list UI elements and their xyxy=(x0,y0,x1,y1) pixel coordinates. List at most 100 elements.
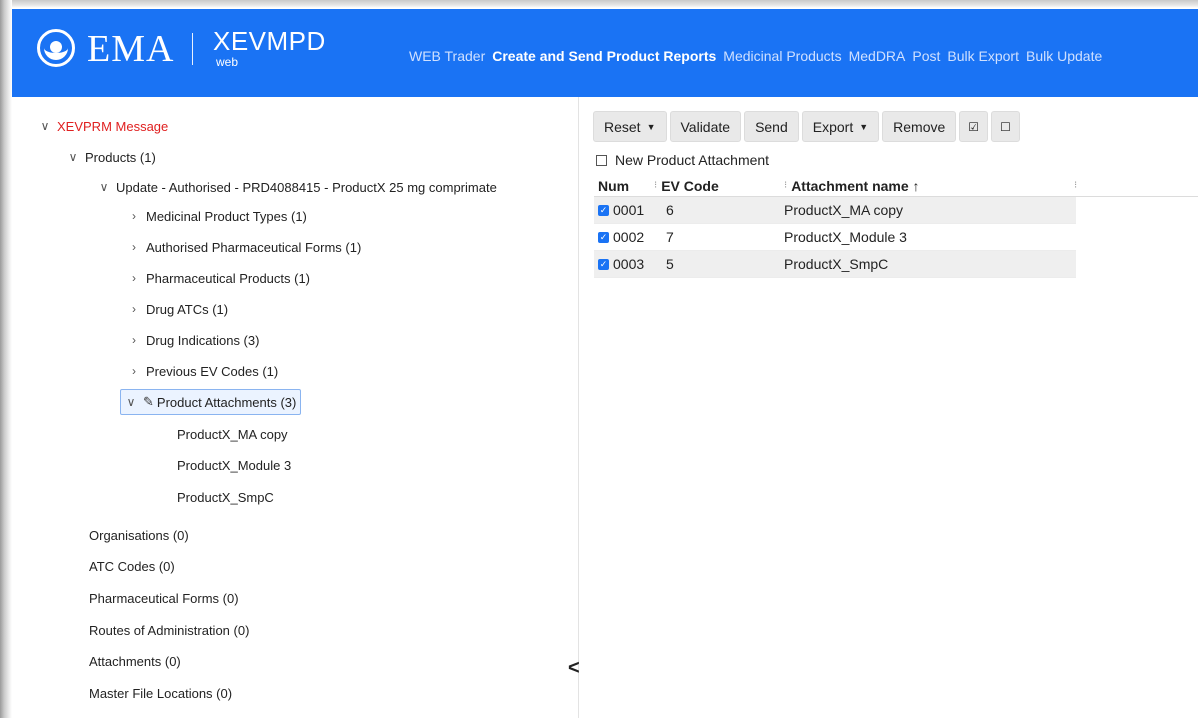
chevron-down-icon[interactable]: ∨ xyxy=(65,150,81,164)
tree-node-organisations[interactable]: Organisations (0) xyxy=(89,524,189,546)
tree-node-master-file-locations[interactable]: Master File Locations (0) xyxy=(89,682,232,704)
tree-node-label: Organisations (0) xyxy=(89,527,189,543)
checkbox-empty-icon[interactable] xyxy=(596,154,607,166)
nav-meddra[interactable]: MedDRA xyxy=(849,47,906,65)
caret-down-icon: ▼ xyxy=(859,121,869,132)
chevron-right-icon[interactable]: › xyxy=(126,302,142,316)
column-header-label: Num xyxy=(598,177,630,194)
tree-node-root[interactable]: ∨ XEVPRM Message xyxy=(37,115,169,137)
column-header-empty: ⁝ xyxy=(1074,175,1198,196)
table-row[interactable]: ✓ 0002 7 ProductX_Module 3 xyxy=(594,224,1076,251)
nav-post[interactable]: Post xyxy=(912,47,940,65)
chevron-right-icon[interactable]: › xyxy=(126,333,142,347)
ema-logo-icon xyxy=(37,29,75,67)
grid-header: Num ⁝ EV Code ⁝ Attachment name ↑ ⁝ xyxy=(594,175,1198,197)
tree-leaf-label: ProductX_Module 3 xyxy=(177,457,292,473)
uncheck-all-button[interactable]: ☐ xyxy=(991,111,1020,142)
cell-ev-code: 7 xyxy=(666,229,674,245)
app-name: XEVMPD xyxy=(213,26,326,56)
button-label: Reset xyxy=(604,118,641,135)
export-button[interactable]: Export ▼ xyxy=(801,111,880,142)
window-top-border xyxy=(0,0,1198,8)
column-header-num[interactable]: Num xyxy=(594,175,654,196)
tree-node-medicinal-product-types[interactable]: › Medicinal Product Types (1) xyxy=(126,205,307,227)
tree-node-product-attachments[interactable]: ∨ ✎ Product Attachments (3) xyxy=(120,389,302,415)
chevron-down-icon[interactable]: ∨ xyxy=(96,180,112,194)
reset-button[interactable]: Reset ▼ xyxy=(593,111,667,142)
tree-node-label: Update - Authorised - PRD4088415 - Produ… xyxy=(116,179,497,195)
message-tree-panel: ∨ XEVPRM Message ∨ Products (1) ∨ Update… xyxy=(12,97,579,718)
tree-node-pharmaceutical-products[interactable]: › Pharmaceutical Products (1) xyxy=(126,267,310,289)
chevron-right-icon[interactable]: › xyxy=(126,209,142,223)
column-header-label: Attachment name ↑ xyxy=(791,177,920,194)
table-row[interactable]: ✓ 0001 6 ProductX_MA copy xyxy=(594,197,1076,224)
nav-create-send-reports[interactable]: Create and Send Product Reports xyxy=(492,47,716,65)
tree-node-product-update[interactable]: ∨ Update - Authorised - PRD4088415 - Pro… xyxy=(96,176,497,198)
check-all-button[interactable]: ☑ xyxy=(959,111,989,142)
column-resize-handle[interactable]: ⁝ xyxy=(1074,180,1077,191)
cell-attachment-name: ProductX_Module 3 xyxy=(784,229,907,245)
nav-medicinal-products[interactable]: Medicinal Products xyxy=(723,47,841,65)
tree-leaf-attachment[interactable]: ProductX_Module 3 xyxy=(177,454,291,476)
tree-node-label: Authorised Pharmaceutical Forms (1) xyxy=(146,239,362,255)
tree-node-routes-of-administration[interactable]: Routes of Administration (0) xyxy=(89,619,249,641)
tree-node-drug-atcs[interactable]: › Drug ATCs (1) xyxy=(126,298,228,320)
tree-node-authorised-pharmaceutical-forms[interactable]: › Authorised Pharmaceutical Forms (1) xyxy=(126,236,361,258)
chevron-down-icon[interactable]: ∨ xyxy=(37,119,53,133)
tree-leaf-attachment[interactable]: ProductX_SmpC xyxy=(177,486,274,508)
tree-node-label: Previous EV Codes (1) xyxy=(146,363,279,379)
cell-num: 0003 xyxy=(613,256,645,272)
remove-button[interactable]: Remove xyxy=(882,111,957,142)
nav-web-trader[interactable]: WEB Trader xyxy=(409,47,485,65)
tree-leaf-attachment[interactable]: ProductX_MA copy xyxy=(177,423,288,445)
toolbar: Reset ▼ Validate Send Export ▼ Remove ☑ … xyxy=(593,111,1020,142)
tree-node-label: Attachments (0) xyxy=(89,653,181,669)
column-header-ev-code[interactable]: ⁝ EV Code xyxy=(654,175,784,196)
tree-node-label: Drug Indications (3) xyxy=(146,332,260,348)
collapse-panel-icon[interactable]: < xyxy=(568,657,580,680)
tree-node-label: Master File Locations (0) xyxy=(89,685,233,701)
cell-attachment-name: ProductX_SmpC xyxy=(784,256,889,272)
tree-node-label: Product Attachments (3) xyxy=(156,394,297,410)
chevron-down-icon[interactable]: ∨ xyxy=(123,395,139,409)
cell-num: 0002 xyxy=(613,229,645,245)
table-row[interactable]: ✓ 0003 5 ProductX_SmpC xyxy=(594,251,1076,278)
nav-bulk-export[interactable]: Bulk Export xyxy=(947,47,1019,65)
logo-separator xyxy=(192,33,193,65)
tree-node-atc-codes[interactable]: ATC Codes (0) xyxy=(89,555,175,577)
tree-node-drug-indications[interactable]: › Drug Indications (3) xyxy=(126,329,259,351)
row-checkbox-checked-icon[interactable]: ✓ xyxy=(598,258,609,270)
tree-node-label: Products (1) xyxy=(85,149,156,165)
app-subtitle: web xyxy=(216,55,239,69)
main-nav: WEB Trader Create and Send Product Repor… xyxy=(409,47,1109,65)
validate-button[interactable]: Validate xyxy=(669,111,742,142)
nav-bulk-update[interactable]: Bulk Update xyxy=(1026,47,1102,65)
cell-ev-code: 5 xyxy=(666,256,674,272)
chevron-right-icon[interactable]: › xyxy=(126,271,142,285)
tree-node-pharmaceutical-forms[interactable]: Pharmaceutical Forms (0) xyxy=(89,587,239,609)
button-label: Export xyxy=(812,118,854,135)
chevron-right-icon[interactable]: › xyxy=(126,240,142,254)
row-checkbox-checked-icon[interactable]: ✓ xyxy=(598,204,609,216)
tree-node-label: Drug ATCs (1) xyxy=(146,301,229,317)
tree-node-previous-ev-codes[interactable]: › Previous EV Codes (1) xyxy=(126,360,278,382)
tree-node-products[interactable]: ∨ Products (1) xyxy=(65,146,156,168)
tree-leaf-label: ProductX_SmpC xyxy=(177,489,274,505)
column-resize-handle[interactable]: ⁝ xyxy=(654,180,657,191)
tree-node-label: Pharmaceutical Products (1) xyxy=(146,270,311,286)
tree-node-label: Medicinal Product Types (1) xyxy=(146,208,307,224)
chevron-right-icon[interactable]: › xyxy=(126,364,142,378)
tree-node-attachments[interactable]: Attachments (0) xyxy=(89,650,181,672)
cell-ev-code: 6 xyxy=(666,202,674,218)
column-header-attachment-name[interactable]: ⁝ Attachment name ↑ xyxy=(784,175,1074,196)
new-product-attachment-option[interactable]: New Product Attachment xyxy=(596,152,769,168)
column-header-label: EV Code xyxy=(661,177,719,194)
app-window: EMA XEVMPD web WEB Trader Create and Sen… xyxy=(0,0,1198,718)
header-bar: EMA XEVMPD web WEB Trader Create and Sen… xyxy=(8,9,1198,97)
tree-leaf-label: ProductX_MA copy xyxy=(177,426,288,442)
row-checkbox-checked-icon[interactable]: ✓ xyxy=(598,231,609,243)
tree-node-label: XEVPRM Message xyxy=(57,118,169,134)
send-button[interactable]: Send xyxy=(744,111,799,142)
tree-node-label: Pharmaceutical Forms (0) xyxy=(89,590,239,606)
column-resize-handle[interactable]: ⁝ xyxy=(784,180,787,191)
